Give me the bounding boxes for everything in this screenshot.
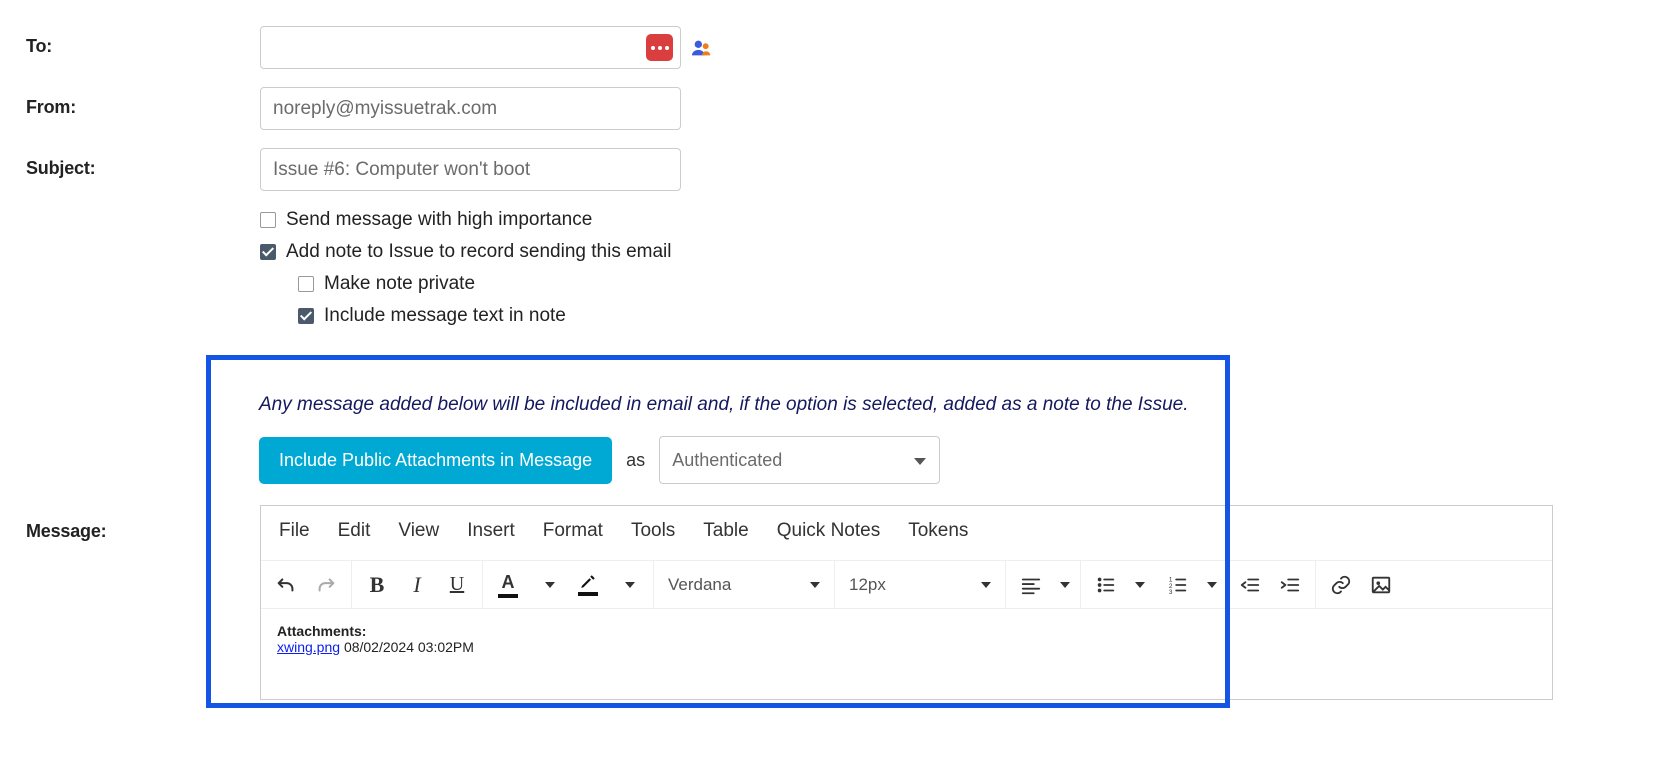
align-left-icon [1020,574,1042,596]
menu-tools[interactable]: Tools [631,520,675,542]
label-from: From: [26,87,260,118]
make-private-checkbox[interactable] [298,276,314,292]
redo-button[interactable] [311,568,341,602]
attachment-link[interactable]: xwing.png [277,639,340,655]
high-importance-label: Send message with high importance [286,209,592,231]
include-text-checkbox[interactable] [298,308,314,324]
undo-button[interactable] [271,568,301,602]
highlighter-icon [579,573,597,591]
underline-button[interactable]: U [442,568,472,602]
menu-tokens[interactable]: Tokens [908,520,968,542]
text-color-chevron[interactable] [533,568,563,602]
attachment-timestamp-value: 08/02/2024 03:02PM [344,639,474,655]
label-to: To: [26,26,260,57]
align-button[interactable] [1016,568,1046,602]
insert-image-button[interactable] [1366,568,1396,602]
indent-button[interactable] [1275,568,1305,602]
menu-insert[interactable]: Insert [467,520,515,542]
text-color-button[interactable]: A [493,568,523,602]
menu-edit[interactable]: Edit [338,520,371,542]
as-label: as [626,450,645,471]
numbered-list-button[interactable]: 123 [1163,568,1193,602]
link-icon [1330,574,1352,596]
auth-mode-select[interactable]: Authenticated [659,436,940,484]
make-private-label: Make note private [324,273,475,295]
rich-text-editor: File Edit View Insert Format Tools Table… [260,505,1553,700]
chevron-down-icon [1060,582,1070,588]
menu-quick-notes[interactable]: Quick Notes [777,520,880,542]
chevron-down-icon [625,582,635,588]
high-importance-checkbox[interactable] [260,212,276,228]
undo-icon [275,574,297,596]
to-input[interactable] [260,26,681,69]
redo-icon [315,574,337,596]
label-subject: Subject: [26,148,260,179]
add-note-checkbox[interactable] [260,244,276,260]
include-text-label: Include message text in note [324,305,566,327]
font-family-select[interactable]: Verdana [664,575,824,595]
chevron-down-icon [810,582,820,588]
highlight-color-button[interactable] [573,568,603,602]
bullet-list-button[interactable] [1091,568,1121,602]
menu-file[interactable]: File [279,520,310,542]
chevron-down-icon [1207,582,1217,588]
lastpass-icon[interactable] [646,34,673,61]
chevron-down-icon [981,582,991,588]
chevron-down-icon [545,582,555,588]
insert-link-button[interactable] [1326,568,1356,602]
chevron-down-icon [1135,582,1145,588]
menu-table[interactable]: Table [703,520,748,542]
menu-view[interactable]: View [398,520,439,542]
people-picker-icon[interactable] [691,37,713,59]
outdent-button[interactable] [1235,568,1265,602]
attachments-heading: Attachments: [277,623,366,639]
menu-format[interactable]: Format [543,520,603,542]
outdent-icon [1239,574,1261,596]
font-size-select[interactable]: 12px [845,575,995,595]
include-attachments-button[interactable]: Include Public Attachments in Message [259,437,612,484]
message-hint: Any message added below will be included… [259,394,1225,416]
indent-icon [1279,574,1301,596]
numbered-list-icon: 123 [1167,574,1189,596]
add-note-label: Add note to Issue to record sending this… [286,241,672,263]
editor-content-area[interactable]: Attachments: xwing.png 08/02/2024 03:02P… [261,609,1552,699]
image-icon [1370,574,1392,596]
bullet-list-icon [1095,574,1117,596]
italic-button[interactable]: I [402,568,432,602]
subject-input[interactable] [260,148,681,191]
highlight-color-chevron[interactable] [613,568,643,602]
from-input[interactable] [260,87,681,130]
bold-button[interactable]: B [362,568,392,602]
svg-text:3: 3 [1169,589,1173,596]
